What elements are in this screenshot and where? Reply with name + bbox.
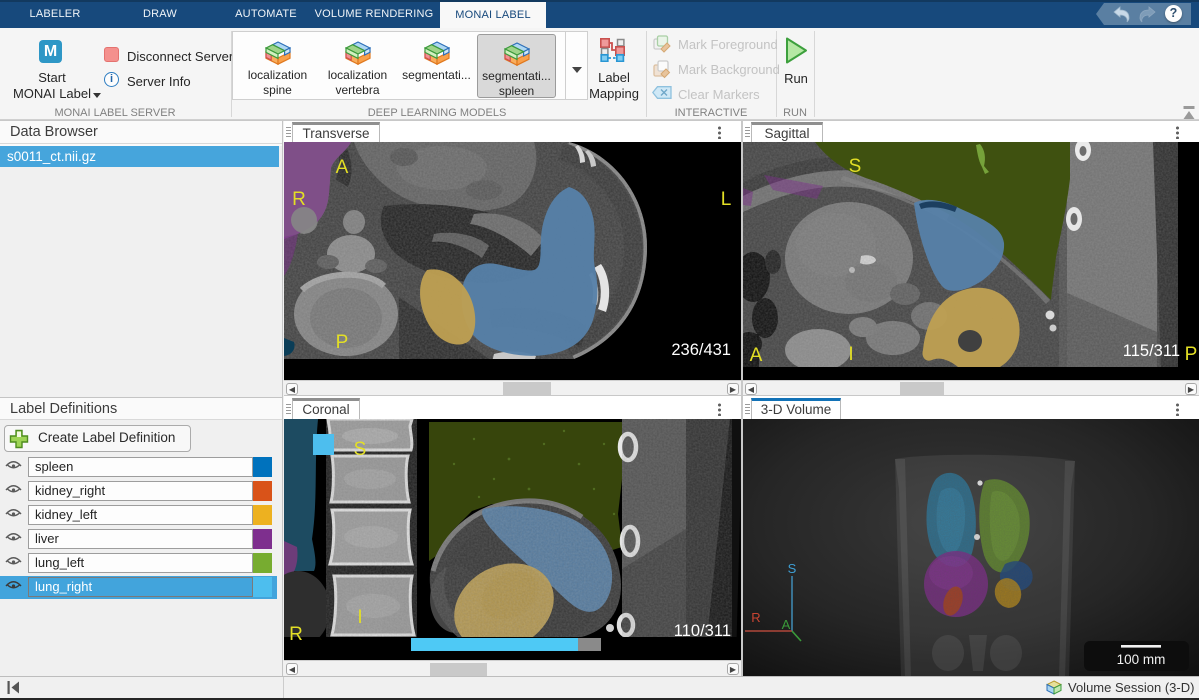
- svg-text:R: R: [289, 624, 303, 645]
- svg-text:100 mm: 100 mm: [1117, 652, 1166, 667]
- svg-text:R: R: [751, 610, 760, 625]
- svg-text:S: S: [354, 439, 367, 460]
- svg-text:P: P: [1185, 344, 1198, 365]
- svg-text:P: P: [336, 332, 349, 353]
- svg-text:R: R: [292, 189, 306, 210]
- svg-text:236/431: 236/431: [671, 341, 731, 359]
- svg-text:S: S: [788, 561, 797, 576]
- svg-text:I: I: [848, 344, 853, 365]
- svg-text:115/311: 115/311: [1123, 342, 1180, 360]
- svg-text:S: S: [849, 156, 862, 177]
- svg-text:110/311: 110/311: [674, 622, 731, 640]
- svg-text:A: A: [750, 345, 763, 366]
- svg-text:I: I: [357, 607, 362, 628]
- svg-text:L: L: [721, 189, 732, 210]
- svg-text:A: A: [336, 157, 349, 178]
- svg-text:A: A: [782, 617, 791, 632]
